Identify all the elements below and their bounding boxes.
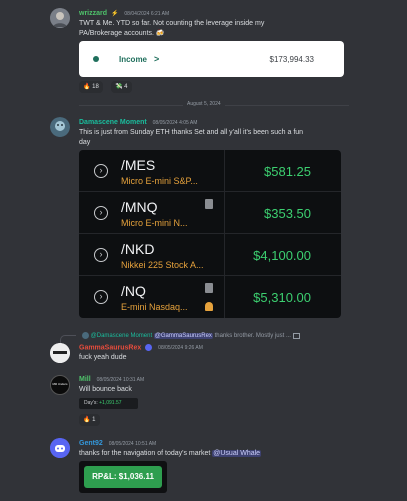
ticker-price: $5,310.00 xyxy=(253,290,311,305)
fire-icon: 🔥 xyxy=(83,417,91,423)
author-line: Gent92 08/05/2024 10:51 AM xyxy=(79,440,156,447)
author-name[interactable]: wrizzard xyxy=(79,10,107,17)
message-text: This is just from Sunday ETH thanks Set … xyxy=(79,128,303,148)
column-separator xyxy=(224,150,225,192)
author-name[interactable]: Gent92 xyxy=(79,440,103,447)
avatar-mill[interactable]: Mill Unders xyxy=(50,375,70,395)
message-text: Will bounce back xyxy=(79,386,132,393)
column-separator xyxy=(224,234,225,276)
income-card[interactable]: Income > $173,994.33 xyxy=(79,41,344,77)
ticker-price: $581.25 xyxy=(264,164,311,179)
ticker-row: › /NKD Nikkei 225 Stock A... $4,100.00 xyxy=(79,234,341,276)
ticker-row: › /NQ E-mini Nasdaq... $5,310.00 xyxy=(79,276,341,318)
message-text: fuck yeah dude xyxy=(79,354,127,361)
document-icon xyxy=(205,199,213,209)
reaction-count: 1 xyxy=(92,417,96,423)
reaction-count: 4 xyxy=(124,84,128,90)
stat-value: +1,091.57 xyxy=(99,400,122,406)
timestamp: 08/05/2024 10:31 AM xyxy=(96,377,145,383)
bolt-badge-icon: ⚡ xyxy=(110,11,119,17)
author-name[interactable]: GammaSaurusRex xyxy=(79,344,141,351)
reaction-fire[interactable]: 🔥 18 xyxy=(79,81,103,93)
avatar-gent92[interactable] xyxy=(50,438,70,458)
days-stat-image[interactable]: Day's: +1,091.57 xyxy=(79,398,138,409)
message-text: thanks for the navigation of today's mar… xyxy=(79,449,262,459)
chevron-right-icon: > xyxy=(154,54,160,64)
ticker-symbol: /NKD xyxy=(121,241,155,257)
ticker-description: Micro E-mini N... xyxy=(121,218,188,228)
message-text-span: thanks for the navigation of today's mar… xyxy=(79,450,211,457)
bell-icon xyxy=(205,302,213,311)
reply-mention: @GammaSaurusRex xyxy=(153,333,213,340)
author-line: Mill 08/05/2024 10:31 AM xyxy=(79,376,144,383)
chevron-right-icon: › xyxy=(94,290,108,304)
author-line: Damascene Moment 08/05/2024 4:05 AM xyxy=(79,119,197,126)
date-divider-label: August 5, 2024 xyxy=(183,101,225,107)
message-text-line: This is just from Sunday ETH thanks Set … xyxy=(79,129,304,136)
ticker-symbol: /NQ xyxy=(121,283,146,299)
money-icon: 💸 xyxy=(115,84,123,90)
ticker-description: Micro E-mini S&P... xyxy=(121,176,198,186)
verified-badge-icon xyxy=(145,344,153,351)
ticker-image[interactable]: › /MES Micro E-mini S&P... $581.25 › /MN… xyxy=(79,150,341,318)
avatar-text: Mill Unders xyxy=(52,382,68,386)
ticker-symbol: /MNQ xyxy=(121,199,158,215)
timestamp: 08/05/2024 4:05 AM xyxy=(152,120,198,126)
reaction-count: 18 xyxy=(92,84,99,90)
image-attachment-icon xyxy=(292,332,300,339)
reaction-fire[interactable]: 🔥 1 xyxy=(79,414,100,426)
message-text-line: TWT & Me. YTD so far. Not counting the l… xyxy=(79,20,265,27)
ticker-row: › /MNQ Micro E-mini N... $353.50 xyxy=(79,192,341,234)
avatar-wrizzard[interactable] xyxy=(50,8,70,28)
pnl-badge: RP&L: $1,036.11 xyxy=(84,466,162,488)
reply-author: @Damascene Moment xyxy=(90,333,153,340)
income-label: Income xyxy=(119,55,148,64)
column-separator xyxy=(224,192,225,234)
status-dot-icon xyxy=(93,56,99,62)
message-text-line: day xyxy=(79,139,91,146)
avatar-gammasaurusrex[interactable] xyxy=(50,343,70,363)
message-text-line: PA/Brokerage accounts. 🍻 xyxy=(79,30,165,37)
message-text: TWT & Me. YTD so far. Not counting the l… xyxy=(79,19,264,39)
fire-icon: 🔥 xyxy=(83,84,91,90)
ticker-symbol: /MES xyxy=(121,157,156,173)
author-name[interactable]: Damascene Moment xyxy=(79,119,147,126)
document-icon xyxy=(205,283,213,293)
ticker-row: › /MES Micro E-mini S&P... $581.25 xyxy=(79,150,341,192)
column-separator xyxy=(224,276,225,318)
ticker-description: E-mini Nasdaq... xyxy=(121,302,188,312)
income-value: $173,994.33 xyxy=(269,55,315,64)
author-line: GammaSaurusRex 08/05/2024 9:26 AM xyxy=(79,344,203,351)
user-mention[interactable]: @Usual Whale xyxy=(212,450,262,457)
reaction-money[interactable]: 💸 4 xyxy=(111,81,132,93)
timestamp: 08/04/2024 6:21 AM xyxy=(124,11,170,17)
pnl-image[interactable]: RP&L: $1,036.11 xyxy=(79,461,167,493)
timestamp: 08/05/2024 9:26 AM xyxy=(158,345,203,352)
ticker-price: $353.50 xyxy=(264,206,311,221)
author-name[interactable]: Mill xyxy=(79,376,91,383)
ticker-description: Nikkei 225 Stock A... xyxy=(121,260,204,270)
chevron-right-icon: › xyxy=(94,206,108,220)
author-line: wrizzard ⚡ 08/04/2024 6:21 AM xyxy=(79,10,169,17)
ticker-price: $4,100.00 xyxy=(253,248,311,263)
stat-label: Day's: xyxy=(84,400,98,406)
chevron-right-icon: › xyxy=(94,248,108,262)
timestamp: 08/05/2024 10:51 AM xyxy=(108,441,157,447)
chevron-right-icon: › xyxy=(94,164,108,178)
avatar-damascene[interactable] xyxy=(50,117,70,137)
reply-preview[interactable]: @Damascene Moment @GammaSaurusRex thanks… xyxy=(82,332,300,340)
reply-connector xyxy=(60,335,76,343)
reply-text: thanks brother. Mostly just ... xyxy=(214,333,291,340)
reply-avatar-icon xyxy=(82,332,89,339)
